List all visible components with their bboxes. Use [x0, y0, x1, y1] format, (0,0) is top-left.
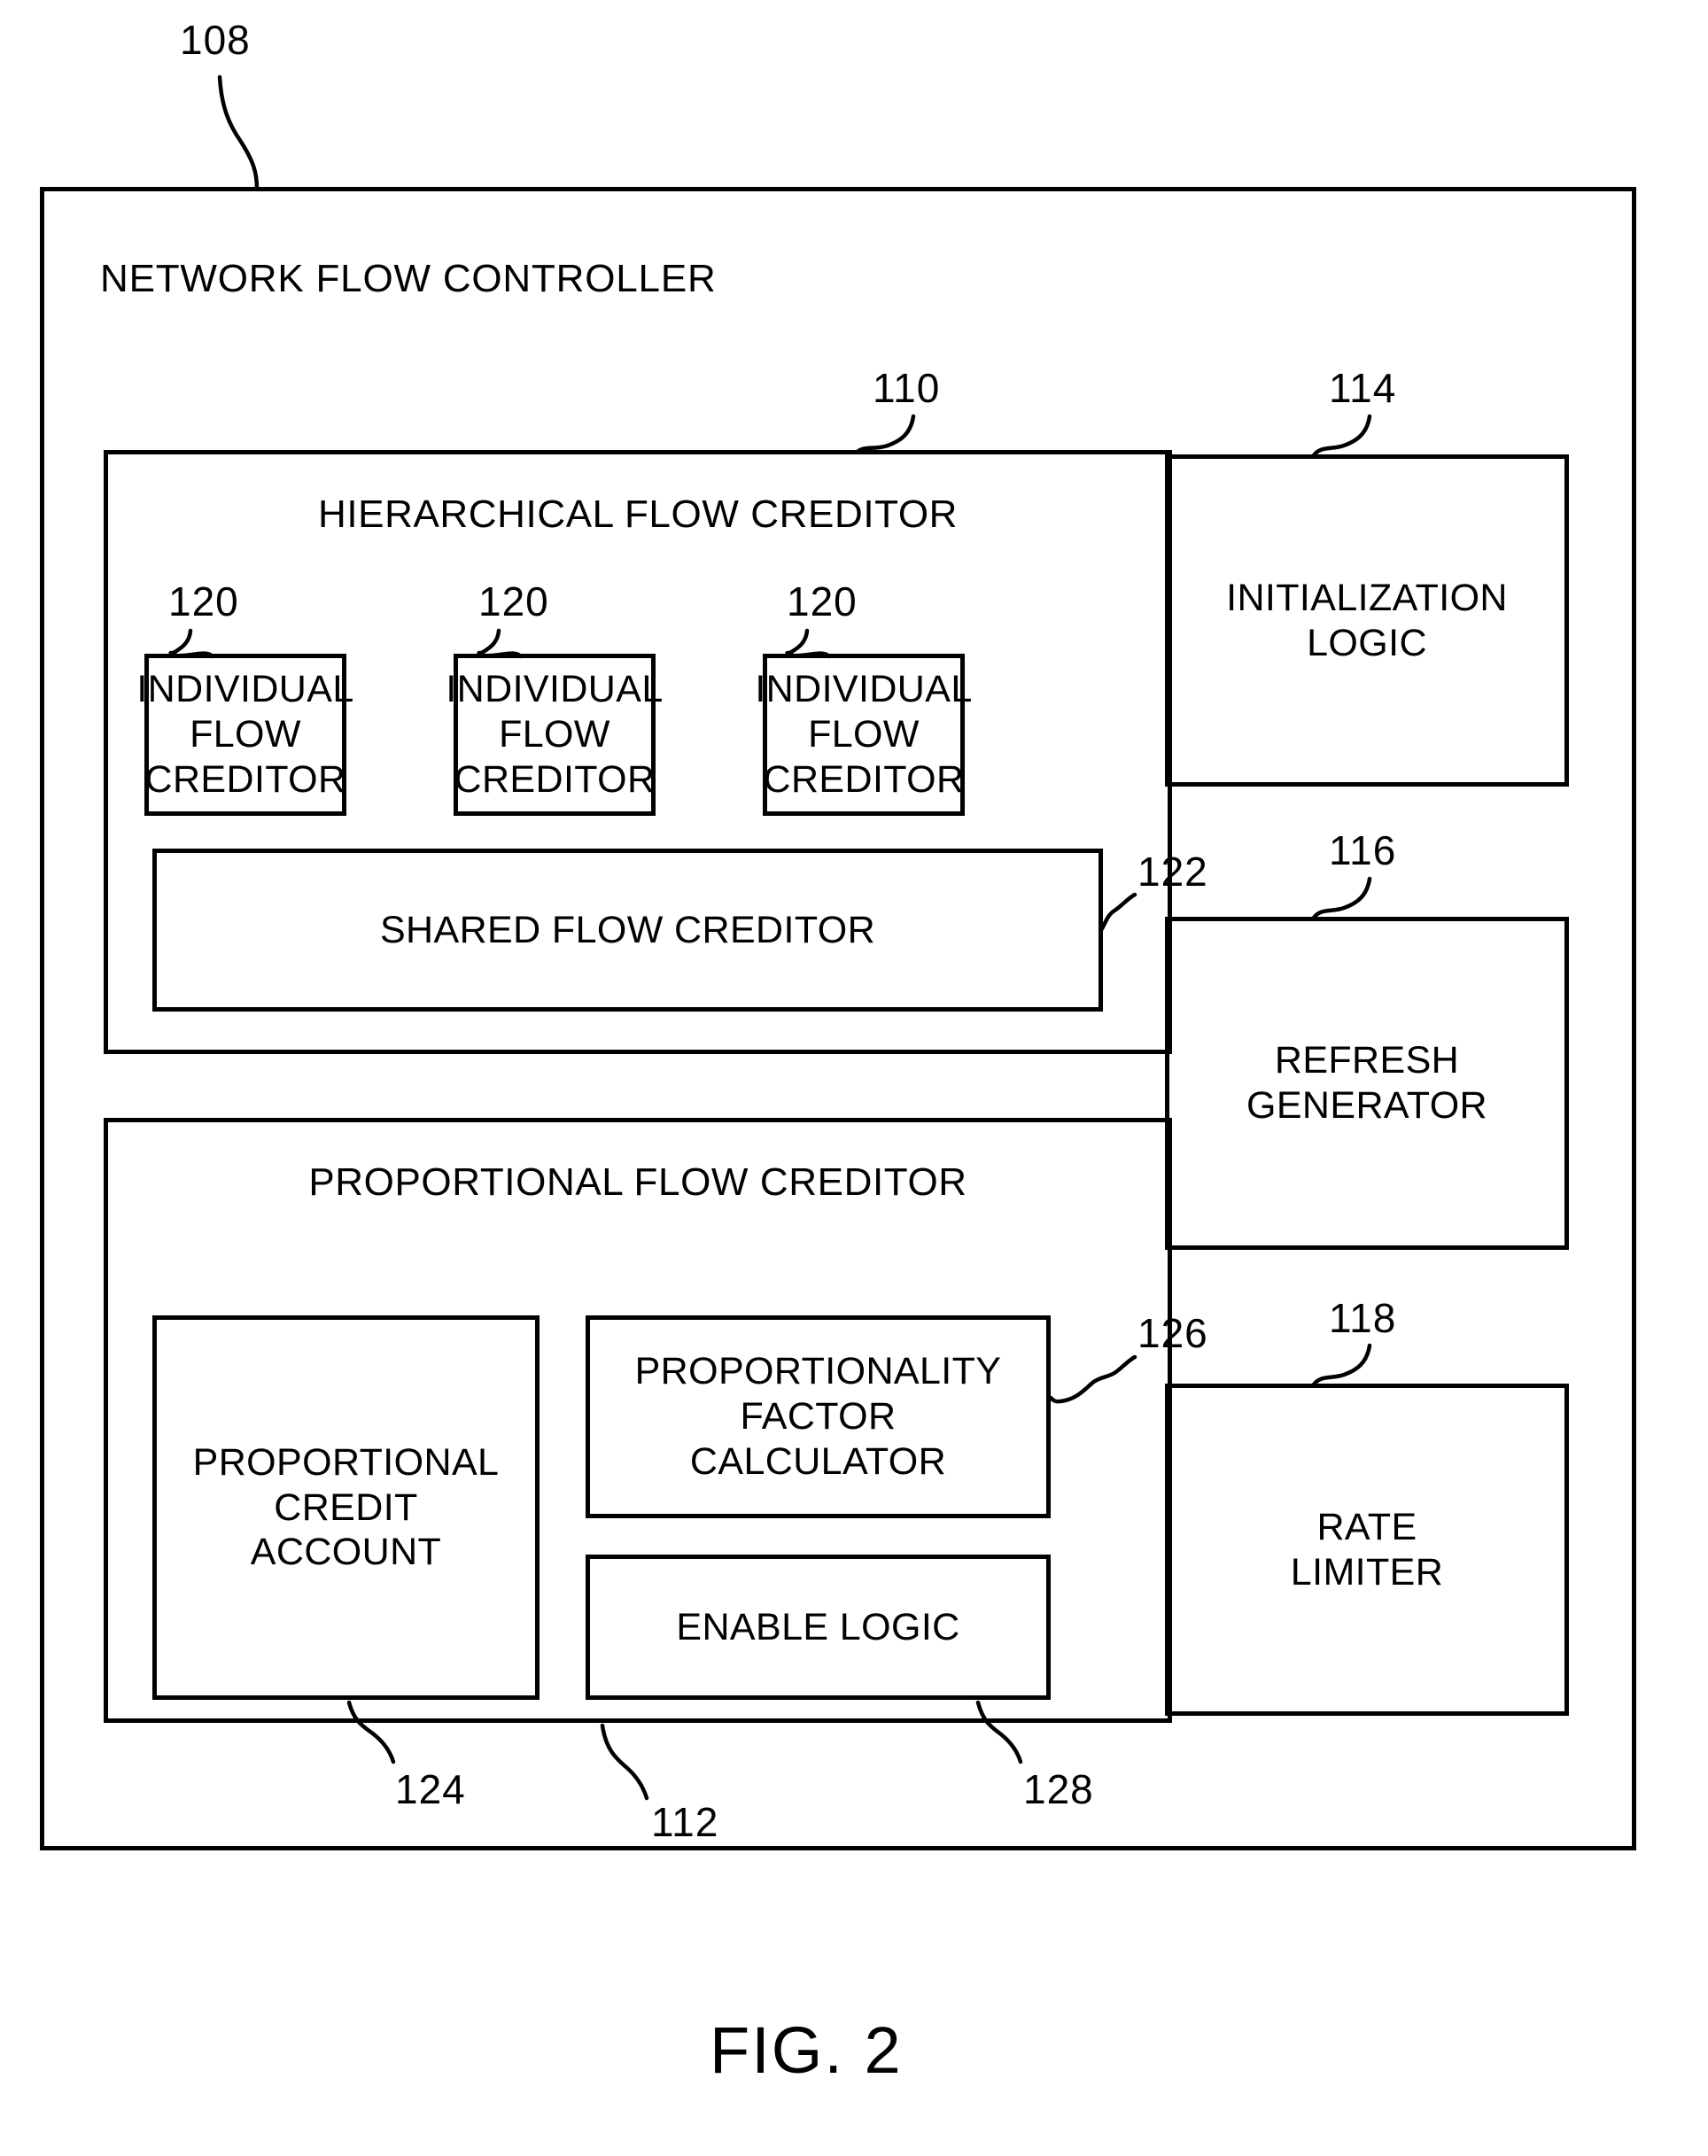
enable-logic-box: ENABLE LOGIC: [586, 1555, 1051, 1700]
proportionality-factor-calculator-box: PROPORTIONALITY FACTOR CALCULATOR: [586, 1315, 1051, 1518]
ref-120-1: 120: [168, 578, 239, 624]
ref-108: 108: [180, 17, 251, 63]
individual-flow-creditor-1: INDIVIDUAL FLOW CREDITOR: [136, 654, 353, 816]
ref-112: 112: [651, 1799, 719, 1845]
initialization-logic-label: INITIALIZATION LOGIC: [1226, 576, 1508, 664]
initialization-logic-box: INITIALIZATION LOGIC: [1165, 454, 1569, 787]
refresh-generator-box: REFRESH GENERATOR: [1165, 917, 1569, 1250]
ref-122: 122: [1137, 849, 1208, 895]
enable-logic-label: ENABLE LOGIC: [676, 1605, 960, 1648]
refresh-generator-label: REFRESH GENERATOR: [1246, 1039, 1487, 1127]
individual-flow-creditor-3: INDIVIDUAL FLOW CREDITOR: [755, 654, 972, 816]
network-flow-controller-title: NETWORK FLOW CONTROLLER: [100, 257, 717, 300]
individual-flow-creditor-3-label: INDIVIDUAL FLOW CREDITOR: [755, 668, 973, 801]
rate-limiter-box: RATE LIMITER: [1165, 1384, 1569, 1716]
ref-128: 128: [1023, 1766, 1094, 1812]
proportionality-factor-calculator-label: PROPORTIONALITY FACTOR CALCULATOR: [634, 1350, 1002, 1483]
ref-124: 124: [395, 1766, 466, 1812]
ref-120-3: 120: [787, 578, 858, 624]
proportional-flow-creditor-title: PROPORTIONAL FLOW CREDITOR: [308, 1160, 967, 1204]
hierarchical-flow-creditor-title: HIERARCHICAL FLOW CREDITOR: [317, 492, 959, 536]
shared-flow-creditor-box: SHARED FLOW CREDITOR: [152, 849, 1103, 1012]
ref-118: 118: [1329, 1295, 1397, 1341]
ref-110: 110: [873, 365, 941, 411]
figure-canvas: NETWORK FLOW CONTROLLER HIERARCHICAL FLO…: [0, 0, 1708, 2156]
individual-flow-creditor-1-label: INDIVIDUAL FLOW CREDITOR: [136, 668, 354, 801]
ref-114: 114: [1329, 365, 1397, 411]
figure-caption: FIG. 2: [710, 2013, 903, 2087]
ref-120-2: 120: [478, 578, 549, 624]
proportional-credit-account-box: PROPORTIONAL CREDIT ACCOUNT: [152, 1315, 540, 1700]
individual-flow-creditor-2: INDIVIDUAL FLOW CREDITOR: [446, 654, 663, 816]
rate-limiter-label: RATE LIMITER: [1290, 1505, 1444, 1594]
proportional-credit-account-label: PROPORTIONAL CREDIT ACCOUNT: [192, 1440, 500, 1574]
shared-flow-creditor-label: SHARED FLOW CREDITOR: [379, 908, 876, 951]
individual-flow-creditor-2-label: INDIVIDUAL FLOW CREDITOR: [446, 668, 664, 801]
ref-116: 116: [1329, 827, 1397, 873]
ref-126: 126: [1137, 1310, 1208, 1356]
